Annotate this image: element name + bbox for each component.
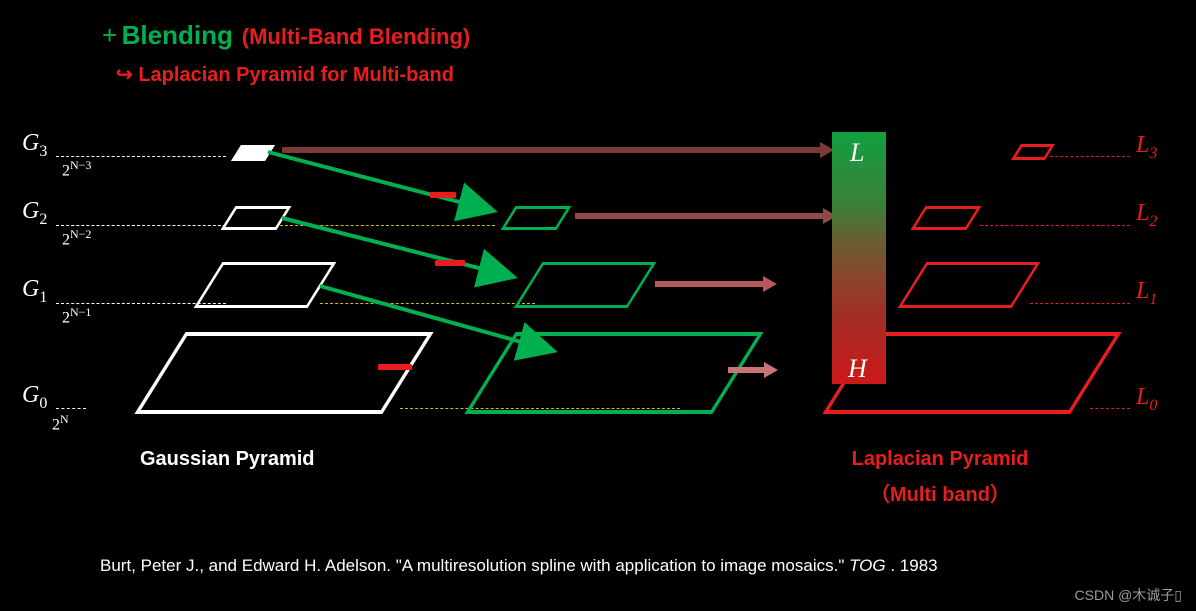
expanded-level-0: [464, 332, 763, 414]
citation-journal: TOG: [849, 556, 886, 575]
title-blending: Blending: [122, 20, 233, 50]
label-g1: G1: [22, 276, 47, 307]
gaussian-level-3: [231, 145, 275, 161]
laplacian-level-1: [898, 262, 1041, 308]
hook-arrow-icon: ↪: [116, 64, 133, 86]
plus-icon: +: [102, 20, 117, 50]
citation: Burt, Peter J., and Edward H. Adelson. "…: [100, 556, 1120, 576]
gaussian-level-1: [194, 262, 337, 308]
label-L3: L3: [1136, 132, 1157, 163]
dash-L1: [1030, 303, 1130, 304]
baseline-g2: [56, 225, 226, 226]
pow-g3: 2N−3: [62, 158, 91, 180]
freq-high-label: H: [848, 354, 867, 384]
pow-g2: 2N−2: [62, 227, 91, 249]
minus-0: [378, 364, 412, 370]
guide-y-1: [320, 303, 535, 304]
laplacian-level-3: [1011, 144, 1055, 160]
baseline-g3: [56, 156, 226, 157]
minus-1: [435, 260, 465, 266]
expanded-level-1: [514, 262, 657, 308]
laplacian-level-2: [911, 206, 982, 230]
minus-2: [430, 192, 456, 198]
expanded-level-2: [501, 206, 572, 230]
freq-low-label: L: [850, 138, 864, 168]
pow-g1: 2N−1: [62, 305, 91, 327]
label-g2: G2: [22, 198, 47, 229]
caption-laplacian-2: （Multi band）: [820, 478, 1060, 507]
pow-g0: 2N: [52, 412, 69, 434]
label-L2: L2: [1136, 200, 1157, 231]
guide-y-2: [280, 225, 495, 226]
label-g3: G3: [22, 130, 47, 161]
title-sub: (Multi-Band Blending): [242, 24, 471, 49]
dash-L0: [1090, 408, 1130, 409]
subtitle-row: ↪ Laplacian Pyramid for Multi-band: [116, 62, 454, 87]
title-row: + Blending (Multi-Band Blending): [102, 20, 470, 51]
dash-L3: [1050, 156, 1130, 157]
dash-L2: [980, 225, 1130, 226]
watermark: CSDN @木诚子▯: [1075, 585, 1182, 605]
label-L1: L1: [1136, 278, 1157, 309]
baseline-g0: [56, 408, 86, 409]
label-L0: L0: [1136, 384, 1157, 415]
gaussian-level-0: [134, 332, 433, 414]
caption-laplacian-1: Laplacian Pyramid: [820, 448, 1060, 471]
subtitle-text: Laplacian Pyramid for Multi-band: [138, 64, 454, 86]
gaussian-level-2: [221, 206, 292, 230]
caption-gaussian: Gaussian Pyramid: [140, 448, 315, 471]
citation-pre: Burt, Peter J., and Edward H. Adelson. "…: [100, 556, 849, 575]
frequency-bar: [832, 132, 886, 384]
label-g0: G0: [22, 382, 47, 413]
citation-post: . 1983: [886, 556, 938, 575]
